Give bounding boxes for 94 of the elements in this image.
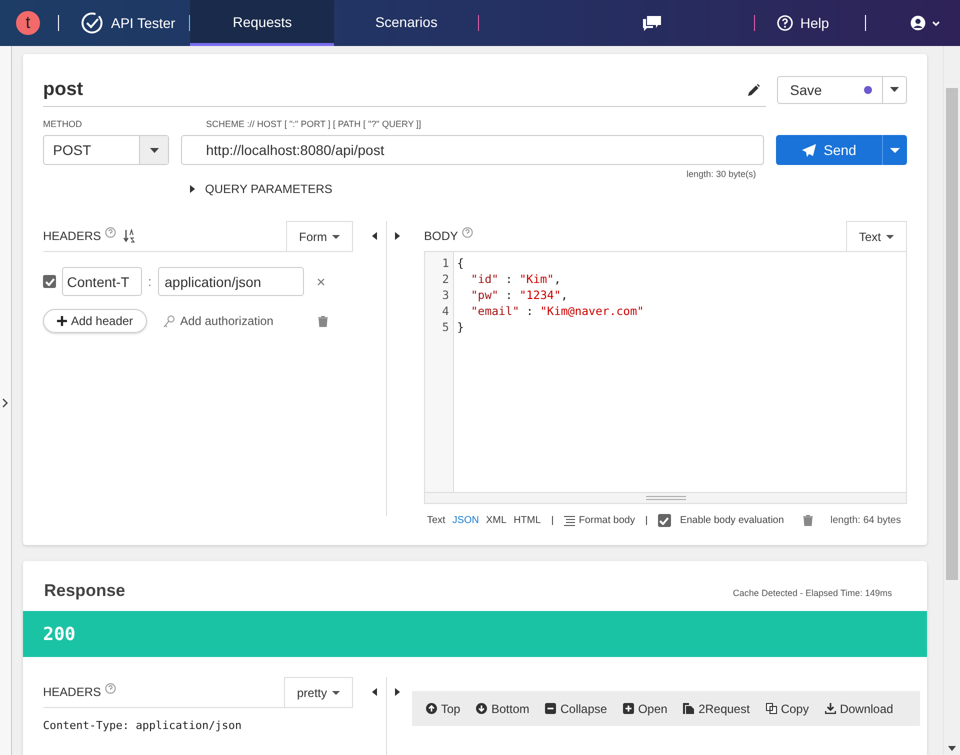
- response-title: Response: [44, 581, 126, 601]
- plus-icon: [57, 316, 67, 326]
- plus-icon: [623, 703, 634, 714]
- add-header-button[interactable]: Add header: [43, 309, 148, 333]
- save-button[interactable]: Save: [777, 76, 907, 104]
- method-select[interactable]: POST: [43, 135, 169, 165]
- elapsed-time: Cache Detected - Elapsed Time: 149ms: [732, 588, 892, 598]
- download-icon: [824, 703, 836, 714]
- add-authorization-button[interactable]: Add authorization: [163, 314, 274, 328]
- copy-icon: [766, 703, 777, 714]
- evaluation-checkbox[interactable]: [658, 514, 671, 527]
- line-number: 2: [441, 271, 450, 287]
- caret-icon: [332, 235, 340, 239]
- format-body-button[interactable]: Format body: [564, 515, 635, 526]
- caret-icon: [890, 87, 899, 92]
- code-line: "id" : "Kim",: [470, 271, 562, 287]
- help-icon[interactable]: [105, 682, 116, 694]
- format-link[interactable]: Text: [427, 515, 446, 526]
- url-label: SCHEME :// HOST [ ":" PORT ] [ PATH [ "?" QUERY ]]: [205, 119, 422, 131]
- method-label: METHOD: [43, 119, 83, 131]
- collapse-left-icon[interactable]: [372, 688, 377, 696]
- collapse-left-icon[interactable]: [372, 232, 377, 240]
- request-name[interactable]: post: [43, 79, 747, 101]
- format-link[interactable]: JSON: [452, 515, 480, 526]
- nav-tab[interactable]: Requests: [190, 0, 334, 46]
- toolbar-button[interactable]: Copy: [766, 702, 809, 716]
- header-name-field[interactable]: Content-T: [62, 267, 142, 296]
- collapse-right-icon[interactable]: [395, 232, 400, 240]
- status-code: 200: [43, 624, 76, 644]
- check-circle-icon: [81, 12, 103, 34]
- evaluation-label: Enable body evaluation: [680, 515, 784, 526]
- headers-mode-dropdown[interactable]: Form: [286, 221, 353, 252]
- help-button[interactable]: Help: [777, 15, 829, 31]
- caret-icon: [332, 691, 340, 695]
- headers-view-dropdown[interactable]: pretty: [284, 677, 353, 708]
- trash-icon[interactable]: [803, 515, 814, 526]
- key-icon: [163, 314, 176, 328]
- caret-icon: [890, 148, 900, 152]
- body-title: BODY: [424, 229, 458, 243]
- user-avatar-icon[interactable]: [910, 15, 940, 31]
- document-icon: [683, 703, 694, 714]
- url-length: length: 30 byte(s): [685, 169, 757, 179]
- help-icon: [777, 15, 794, 31]
- sort-icon[interactable]: [123, 229, 136, 243]
- send-button[interactable]: Send: [776, 135, 907, 165]
- minus-icon: [545, 703, 556, 714]
- pencil-icon[interactable]: [747, 84, 760, 96]
- line-number: 5: [441, 319, 450, 335]
- caret-icon: [150, 148, 158, 152]
- code-line: "pw" : "1234",: [470, 287, 569, 303]
- app-name[interactable]: API Tester: [111, 15, 176, 31]
- line-number: 4: [441, 303, 450, 319]
- format-link[interactable]: HTML: [514, 515, 541, 526]
- header-separator: :: [148, 274, 152, 289]
- toolbar-button[interactable]: Download: [824, 702, 894, 716]
- headers-title: HEADERS: [43, 229, 102, 243]
- paper-plane-icon: [802, 144, 816, 156]
- code-line: }: [457, 319, 465, 335]
- url-field[interactable]: http://localhost:8080/api/post: [181, 135, 764, 165]
- headers-title: HEADERS: [43, 685, 102, 699]
- code-line: "email" : "Kim@naver.com": [470, 303, 644, 319]
- toolbar-button[interactable]: Open: [623, 702, 668, 716]
- line-number: 3: [441, 287, 450, 303]
- line-number: 1: [441, 255, 450, 271]
- toolbar-button[interactable]: Collapse: [545, 702, 608, 716]
- header-checkbox[interactable]: [43, 275, 56, 288]
- body-mode-dropdown[interactable]: Text: [846, 221, 907, 252]
- app-logo[interactable]: t: [16, 11, 40, 35]
- close-icon[interactable]: [316, 278, 325, 286]
- help-icon[interactable]: [462, 226, 474, 238]
- resize-handle-icon[interactable]: [646, 496, 686, 500]
- arrow-down-icon: [476, 703, 488, 714]
- trash-icon[interactable]: [318, 316, 328, 326]
- code-line: {: [457, 255, 465, 271]
- toolbar-button[interactable]: Top: [426, 702, 460, 716]
- align-icon: [564, 516, 575, 526]
- scroll-down-icon[interactable]: [948, 746, 956, 751]
- collapse-right-icon[interactable]: [395, 688, 400, 696]
- body-length: length: 64 bytes: [830, 515, 901, 526]
- caret-icon: [886, 235, 894, 239]
- header-value-field[interactable]: application/json: [158, 267, 304, 296]
- toolbar-button[interactable]: Bottom: [476, 702, 530, 716]
- arrow-up-icon: [426, 703, 437, 714]
- nav-tab[interactable]: Scenarios: [334, 0, 478, 46]
- code-editor[interactable]: 1 2 3 4 5 { "id" : "Kim", "pw" : "1234", "email" : "Kim@naver.com" }: [424, 252, 907, 504]
- response-header-line: Content-Type: application/json: [43, 719, 243, 732]
- query-parameters-toggle[interactable]: QUERY PARAMETERS: [190, 182, 332, 196]
- scrollbar-thumb[interactable]: [946, 88, 958, 580]
- toolbar-button[interactable]: 2Request: [683, 702, 750, 716]
- chat-icon[interactable]: [642, 15, 662, 31]
- caret-icon: [190, 185, 195, 193]
- unsaved-dot-icon: [864, 86, 872, 94]
- format-link[interactable]: XML: [486, 515, 507, 526]
- help-icon[interactable]: [105, 226, 116, 238]
